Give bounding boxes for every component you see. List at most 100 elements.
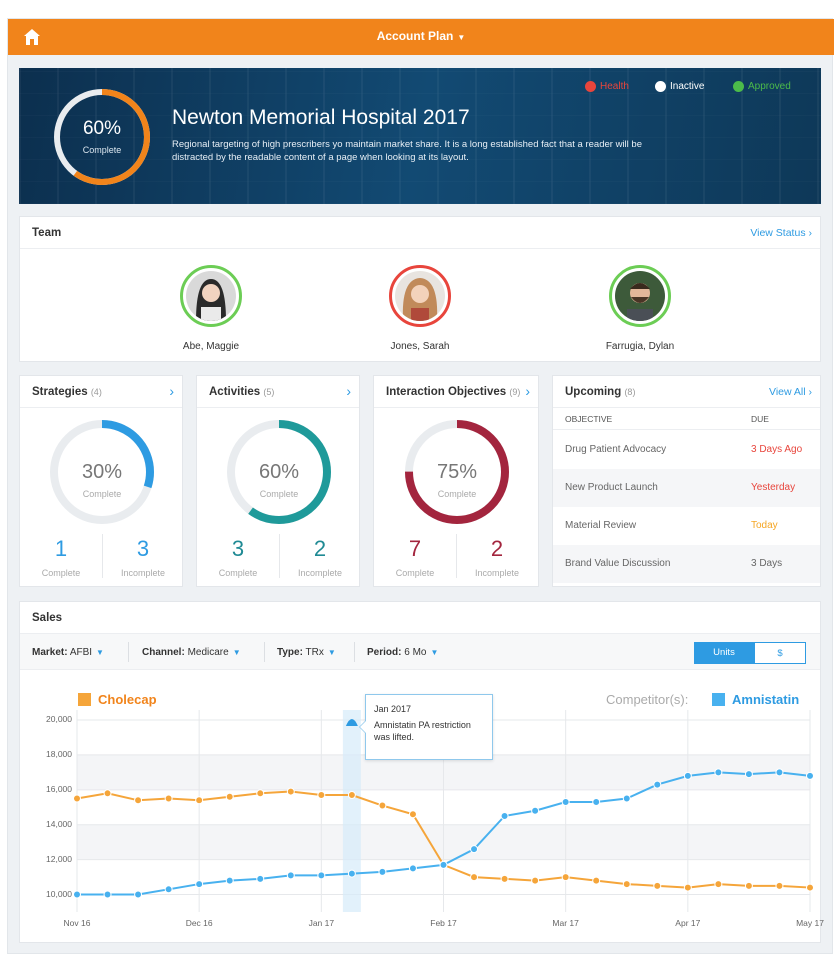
upcoming-title: Upcoming (8) xyxy=(565,386,635,398)
team-member-jones-sarah[interactable]: Jones, Sarah xyxy=(360,265,480,352)
strategies-card: Strategies (4) › 30% Complete 1 Complete… xyxy=(19,375,183,587)
data-point-amnistatin xyxy=(531,806,540,815)
upcoming-row[interactable]: New Product Launch Yesterday xyxy=(553,469,820,507)
data-point-amnistatin xyxy=(103,890,112,899)
view-status-link[interactable]: View Status › xyxy=(750,227,812,239)
status-health-label: Health xyxy=(600,81,629,92)
member-name: Abe, Maggie xyxy=(182,341,240,352)
activities-title-text: Activities xyxy=(209,386,261,398)
interaction-objectives-complete-label: Complete xyxy=(395,568,435,578)
avatar-photo xyxy=(615,271,665,321)
data-point-cholecap xyxy=(775,881,784,890)
avatar-photo xyxy=(186,271,236,321)
status-inactive[interactable]: Inactive xyxy=(655,81,704,92)
account-plan-dropdown[interactable]: Account Plan ▼ xyxy=(8,29,834,43)
interaction-objectives-incomplete: 2 Incomplete xyxy=(456,536,538,578)
strategies-complete: 1 Complete xyxy=(20,536,102,578)
strategies-percent: 30% xyxy=(81,461,123,483)
team-title: Team xyxy=(32,227,62,239)
chevron-right-icon[interactable]: › xyxy=(169,383,174,399)
data-point-cholecap xyxy=(408,810,417,819)
data-point-cholecap xyxy=(744,881,753,890)
interaction-objectives-count: (9) xyxy=(509,387,521,397)
activities-title: Activities (5) xyxy=(209,386,274,398)
activities-complete: 3 Complete xyxy=(197,536,279,578)
upcoming-due: Yesterday xyxy=(751,482,796,493)
alert-icon xyxy=(585,81,596,92)
avatar xyxy=(180,265,242,327)
hero-banner: 60% Complete Newton Memorial Hospital 20… xyxy=(19,68,821,204)
data-point-cholecap xyxy=(622,880,631,889)
data-point-amnistatin xyxy=(806,771,814,780)
upcoming-due: Today xyxy=(751,520,778,531)
interaction-objectives-complete-count: 7 xyxy=(408,536,422,561)
data-point-amnistatin xyxy=(592,798,601,807)
team-member-abe-maggie[interactable]: Abe, Maggie xyxy=(151,265,271,352)
plan-description: Regional targeting of high prescribers y… xyxy=(172,139,642,163)
upcoming-table-header: OBJECTIVE DUE xyxy=(553,408,820,430)
upcoming-card: Upcoming (8) View All › OBJECTIVE DUE Dr… xyxy=(552,375,821,587)
y-tick-label: 14,000 xyxy=(46,818,72,829)
strategies-incomplete: 3 Incomplete xyxy=(102,536,184,578)
data-point-amnistatin xyxy=(561,798,570,807)
upcoming-objective: New Product Launch xyxy=(565,482,658,493)
data-point-cholecap xyxy=(256,789,265,798)
tooltip-text: Amnistatin PA restriction was lifted. xyxy=(374,720,471,742)
data-point-cholecap xyxy=(561,873,570,882)
plan-progress-value: 60% xyxy=(82,118,122,139)
upcoming-objective: Material Review xyxy=(565,520,637,531)
upcoming-due: 3 Days xyxy=(751,558,783,569)
data-point-amnistatin xyxy=(73,890,81,899)
strategies-title: Strategies (4) xyxy=(32,386,102,398)
interaction-objectives-percent-label: Complete xyxy=(437,489,477,499)
upcoming-title-text: Upcoming xyxy=(565,386,622,398)
data-point-amnistatin xyxy=(134,890,143,899)
chevron-right-icon[interactable]: › xyxy=(525,383,530,399)
annotation-tooltip: Jan 2017 Amnistatin PA restriction was l… xyxy=(359,694,493,760)
data-point-amnistatin xyxy=(225,876,234,885)
upcoming-row[interactable]: Material Review Today xyxy=(553,507,820,545)
x-tick-label: Jan 17 xyxy=(308,918,335,928)
data-point-amnistatin xyxy=(195,880,204,889)
interaction-objectives-title: Interaction Objectives (9) xyxy=(386,386,520,398)
team-member-farrugia-dylan[interactable]: Farrugia, Dylan xyxy=(580,265,700,352)
strategies-header: Strategies (4) › xyxy=(20,376,182,408)
activities-complete-count: 3 xyxy=(231,536,245,561)
top-bar: Account Plan ▼ xyxy=(8,19,834,55)
status-health[interactable]: Health xyxy=(585,81,629,92)
activities-percent-label: Complete xyxy=(259,489,299,499)
interaction-objectives-complete: 7 Complete xyxy=(374,536,456,578)
chevron-right-icon[interactable]: › xyxy=(346,383,351,399)
upcoming-row[interactable]: Brand Value Discussion 3 Days xyxy=(553,545,820,583)
strategies-complete-label: Complete xyxy=(41,568,81,578)
activities-complete-label: Complete xyxy=(218,568,258,578)
data-point-amnistatin xyxy=(744,770,753,779)
inactive-icon xyxy=(655,81,666,92)
x-tick-label: May 17 xyxy=(796,918,824,928)
data-point-cholecap xyxy=(347,791,356,800)
interaction-objectives-title-text: Interaction Objectives xyxy=(386,386,507,398)
interaction-objectives-card: Interaction Objectives (9) › 75% Complet… xyxy=(373,375,539,587)
data-point-amnistatin xyxy=(500,812,509,820)
team-card: Team View Status › Abe, Maggie Jones, Sa… xyxy=(19,216,821,362)
view-all-link[interactable]: View All › xyxy=(769,386,812,398)
x-tick-label: Nov 16 xyxy=(63,918,91,928)
y-tick-label: 16,000 xyxy=(46,783,72,794)
data-point-cholecap xyxy=(225,792,234,801)
data-point-amnistatin xyxy=(653,780,662,789)
data-point-amnistatin xyxy=(439,860,448,869)
data-point-amnistatin xyxy=(408,864,417,873)
data-point-amnistatin xyxy=(347,869,356,878)
x-tick-label: Apr 17 xyxy=(675,918,701,928)
data-point-amnistatin xyxy=(317,871,326,880)
view-all-label: View All xyxy=(769,386,806,398)
data-point-cholecap xyxy=(470,873,479,882)
data-point-cholecap xyxy=(592,876,601,885)
data-point-cholecap xyxy=(73,794,81,803)
strategies-incomplete-label: Incomplete xyxy=(120,568,166,578)
upcoming-row[interactable]: Drug Patient Advocacy 3 Days Ago xyxy=(553,431,820,469)
upcoming-objective: Brand Value Discussion xyxy=(565,558,671,569)
status-approved[interactable]: Approved xyxy=(733,81,791,92)
status-approved-label: Approved xyxy=(748,81,791,92)
avatar-photo xyxy=(395,271,445,321)
